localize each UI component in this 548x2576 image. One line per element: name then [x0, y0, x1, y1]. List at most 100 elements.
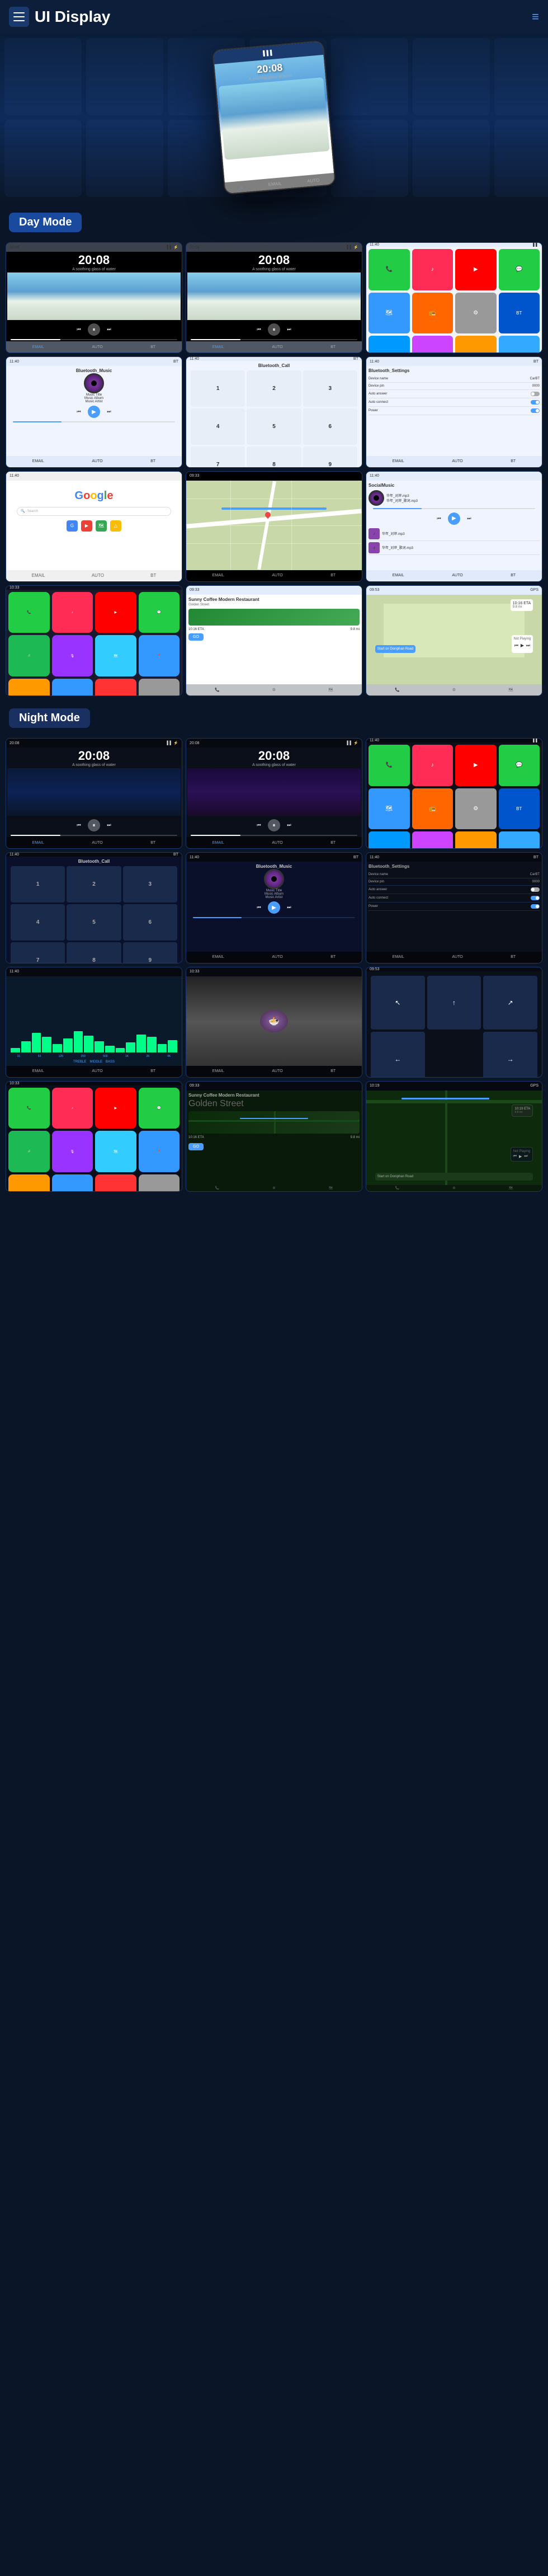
app-phone[interactable]: 📞	[369, 745, 410, 786]
app-maps[interactable]: 🗺	[369, 293, 410, 334]
nav-arrow-ne[interactable]: ↗	[483, 976, 537, 1030]
nav-icon[interactable]: EMAIL	[32, 841, 44, 845]
key-9[interactable]: 9	[123, 942, 177, 962]
prev-btn[interactable]: ⏮	[74, 821, 83, 830]
g-app-yt[interactable]: ▶	[81, 520, 92, 532]
key-9[interactable]: 9	[303, 446, 357, 467]
next-btn[interactable]: ⏭	[285, 325, 294, 334]
nav-icon[interactable]: BT	[511, 459, 516, 463]
nav-icon[interactable]: EMAIL	[32, 573, 45, 578]
cp-cam[interactable]: 📷	[8, 679, 50, 695]
app-radio[interactable]: 📻	[412, 788, 453, 830]
bottom-icon[interactable]: 🗺	[509, 1186, 513, 1190]
bottom-icon[interactable]: 📞	[395, 1186, 399, 1190]
app-phone[interactable]: 📞	[369, 249, 410, 290]
nav-icon[interactable]: EMAIL	[212, 574, 224, 577]
prev-btn[interactable]: ⏮	[74, 325, 83, 334]
nav-icon[interactable]: 📞	[395, 688, 400, 692]
app-music[interactable]: ♪	[412, 745, 453, 786]
app-weather[interactable]: ☁	[499, 336, 540, 352]
app-video[interactable]: ▶	[455, 745, 497, 786]
play-mini[interactable]: ▶	[521, 643, 524, 648]
nav-icon[interactable]: AUTO	[92, 1069, 102, 1073]
nav-icon[interactable]: EMAIL	[212, 841, 224, 845]
app-video[interactable]: ▶	[455, 249, 497, 290]
toggle-power[interactable]	[531, 408, 540, 413]
app-music[interactable]: ♪	[412, 249, 453, 290]
app-dvd[interactable]: 📺	[412, 336, 453, 352]
app-bt[interactable]: BT	[499, 788, 540, 830]
cp-yt-night[interactable]: ▶	[95, 1088, 136, 1129]
key-3[interactable]: 3	[303, 370, 357, 407]
nav-icon[interactable]: AUTO	[452, 574, 462, 577]
app-msg[interactable]: 💬	[499, 249, 540, 290]
cp-maps-night[interactable]: 📍	[139, 1131, 180, 1172]
next-btn[interactable]: ⏭	[105, 821, 114, 830]
prev-btn[interactable]: ⏮	[254, 325, 263, 334]
key-1[interactable]: 1	[11, 866, 65, 902]
g-app-gmail[interactable]: G	[67, 520, 78, 532]
nav-icon[interactable]: BT	[150, 841, 155, 845]
bottom-icon[interactable]: ⚙	[452, 1186, 455, 1190]
nav-icon[interactable]: AUTO	[92, 459, 102, 463]
key-3[interactable]: 3	[123, 866, 177, 902]
play-icon[interactable]: ⏸	[272, 159, 285, 173]
nav-icon[interactable]: AUTO	[272, 955, 282, 959]
nav-icon[interactable]: BT	[330, 955, 336, 959]
next-btn[interactable]: ⏭	[465, 514, 474, 523]
nav-icon[interactable]: BT	[150, 459, 155, 463]
key-7[interactable]: 7	[11, 942, 65, 962]
cp-maps[interactable]: 📍	[139, 635, 180, 676]
nav-icon[interactable]: AUTO	[452, 459, 462, 463]
play-btn[interactable]: ⏸	[88, 323, 100, 336]
cp-music[interactable]: ♪	[52, 592, 93, 633]
nav-icon[interactable]: EMAIL	[212, 955, 224, 959]
app-dvd[interactable]: 📺	[412, 831, 453, 848]
cp-music-night[interactable]: ♪	[52, 1088, 93, 1129]
nav-icon[interactable]: EMAIL	[32, 1069, 44, 1073]
app-maps[interactable]: 🗺	[369, 788, 410, 830]
next-night[interactable]: ⏭	[524, 1154, 527, 1159]
cp-mail-night[interactable]: ✉	[52, 1174, 93, 1191]
g-app-drive[interactable]: △	[110, 520, 121, 532]
bottom-icon[interactable]: 🗺	[329, 1186, 333, 1190]
next-btn[interactable]: ⏭	[105, 325, 114, 334]
nav-icon[interactable]: AUTO	[272, 574, 282, 577]
nav-icon[interactable]: EMAIL	[32, 459, 44, 463]
key-4[interactable]: 4	[11, 904, 65, 941]
nav-icon[interactable]: AUTO	[272, 841, 282, 845]
bottom-icon[interactable]: 📞	[215, 1186, 219, 1190]
g-app-maps[interactable]: 🗺	[96, 520, 107, 532]
key-5[interactable]: 5	[247, 408, 301, 445]
key-2[interactable]: 2	[247, 370, 301, 407]
bottom-icon[interactable]: ⚙	[272, 1186, 275, 1190]
nav-icon[interactable]: BT	[511, 574, 516, 577]
nav-icon[interactable]: ⚙	[452, 688, 456, 692]
nav-icon[interactable]: AUTO	[92, 345, 102, 349]
nav-arrow-w[interactable]: ←	[371, 1032, 425, 1077]
toggle-auto-answer-night[interactable]	[531, 887, 540, 892]
cp-mail[interactable]: ✉	[52, 679, 93, 695]
app-wifi[interactable]: WiFi	[369, 336, 410, 352]
toggle-auto-connect[interactable]	[531, 400, 540, 405]
next-icon[interactable]: ⏭	[289, 160, 298, 170]
nav-icon[interactable]: 🗺	[328, 688, 333, 692]
nav-icon[interactable]: AUTO	[92, 841, 102, 845]
next-btn[interactable]: ⏭	[285, 821, 294, 830]
app-cam[interactable]: 📷	[455, 831, 497, 848]
cp-waze-night[interactable]: 🗺	[95, 1131, 136, 1172]
next-btn[interactable]: ⏭	[285, 903, 294, 912]
prev-btn[interactable]: ⏮	[434, 514, 443, 523]
nav-icon[interactable]: BT	[150, 1069, 155, 1073]
key-2[interactable]: 2	[67, 866, 121, 902]
play-night[interactable]: ▶	[519, 1154, 522, 1159]
cp-msg-night[interactable]: 💬	[139, 1088, 180, 1129]
nav-arrow-nw[interactable]: ↖	[371, 976, 425, 1030]
cp-waze[interactable]: 🗺	[95, 635, 136, 676]
nav-icon[interactable]: 📞	[215, 688, 220, 692]
play-btn[interactable]: ▶	[448, 513, 460, 525]
nav-arrow-e[interactable]: →	[483, 1032, 537, 1077]
app-weather[interactable]: ☁	[499, 831, 540, 848]
cp-news[interactable]: 📰	[95, 679, 136, 695]
cp-news-night[interactable]: 📰	[95, 1174, 136, 1191]
